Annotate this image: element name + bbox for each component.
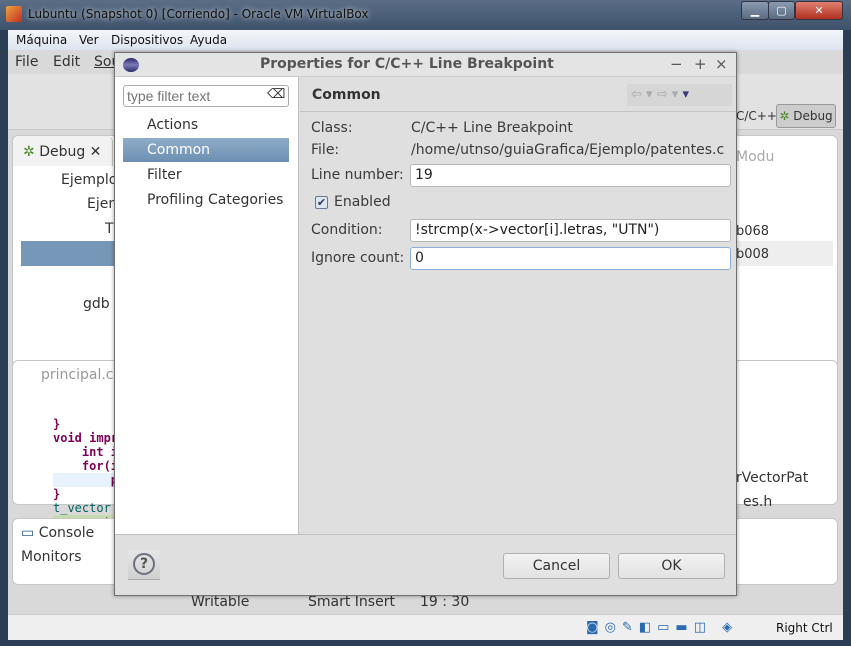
bug-icon: ✲ (23, 144, 35, 160)
condition-input[interactable]: !strcmp(x->vector[i].letras, "UTN") (410, 219, 731, 242)
dialog-maximize[interactable]: + (694, 55, 707, 73)
class-value: C/C++ Line Breakpoint (411, 120, 573, 136)
menu-ayuda[interactable]: Ayuda (190, 33, 227, 47)
device-icons[interactable]: ◙◎✎◧▭▬◫ ◈ (586, 620, 738, 635)
code-line: t_vector (53, 501, 111, 515)
dialog-title-bar: Properties for C/C++ Line Breakpoint − +… (115, 53, 736, 77)
code-line: } (53, 487, 61, 501)
menu-dispositivos[interactable]: Dispositivos (111, 33, 183, 47)
tree-item[interactable]: Ejemplo (61, 172, 117, 188)
back-dropdown-icon[interactable]: ▾ (646, 87, 653, 102)
class-label: Class: (311, 120, 353, 136)
clear-filter-icon[interactable]: ⌫ (267, 87, 285, 102)
tree-item-selected[interactable] (21, 241, 121, 266)
tab-modules[interactable]: Modu (736, 149, 774, 165)
tab-console[interactable]: ▭ Console (21, 525, 94, 541)
vm-menu-bar: Máquina Ver Dispositivos Ayuda (8, 30, 843, 50)
window-title: Lubuntu (Snapshot 0) [Corriendo] - Oracl… (28, 7, 369, 21)
perspective-debug-label: Debug (793, 109, 833, 123)
tab-debug[interactable]: ✲ Debug ✕ (13, 136, 113, 166)
status-writable: Writable (191, 594, 250, 610)
condition-label: Condition: (311, 222, 383, 238)
tree-item[interactable]: gdb (83, 296, 110, 312)
back-icon[interactable]: ⇦ (631, 87, 642, 102)
vm-status-bar: ◙◎✎◧▭▬◫ ◈ Right Ctrl (8, 614, 843, 640)
virtualbox-icon (6, 6, 22, 22)
monitor-icon: ▭ (21, 525, 35, 541)
tab-principal-c[interactable]: principal.c (41, 367, 114, 383)
line-number-input[interactable]: 19 (410, 164, 731, 187)
file-value: /home/utnso/guiaGrafica/Ejemplo/patentes… (411, 142, 725, 158)
console-content: Monitors (21, 549, 82, 565)
perspective-debug[interactable]: ✲ Debug (776, 104, 836, 128)
bug-icon: ✲ (779, 109, 790, 123)
nav-filter[interactable]: Filter (123, 163, 289, 187)
file-label: File: (311, 142, 340, 158)
forward-dropdown-icon[interactable]: ▾ (672, 87, 679, 102)
tab-debug-label: Debug (39, 144, 86, 160)
history-nav: ⇦ ▾ ⇨ ▾ ▾ (627, 84, 732, 106)
code-line: } (53, 417, 61, 431)
code-line: for(i (53, 459, 119, 473)
menu-edit[interactable]: Edit (53, 54, 80, 70)
nav-actions[interactable]: Actions (123, 113, 289, 137)
maximize-button[interactable]: ▢ (768, 1, 795, 20)
code-line: int i (53, 445, 119, 459)
cancel-button[interactable]: Cancel (503, 553, 610, 579)
menu-file[interactable]: File (15, 54, 38, 70)
code-line: p (53, 473, 119, 487)
ignore-count-input[interactable]: 0 (410, 247, 731, 270)
close-button[interactable]: ✕ (795, 1, 843, 20)
status-position: 19 : 30 (420, 594, 470, 610)
nav-profiling-categories[interactable]: Profiling Categories (123, 188, 289, 212)
perspective-cpp[interactable]: C/C++ (736, 104, 777, 128)
menu-maquina[interactable]: Máquina (16, 33, 67, 47)
module-row[interactable]: b068 (736, 224, 769, 239)
menu-ver[interactable]: Ver (79, 33, 99, 47)
filter-input[interactable] (123, 85, 289, 107)
properties-dialog: Properties for C/C++ Line Breakpoint − +… (114, 52, 737, 596)
tab-console-label: Console (38, 525, 95, 541)
minimize-button[interactable]: ▁ (741, 1, 769, 20)
page-title: Common (312, 87, 381, 103)
enabled-checkbox[interactable]: ✔ (315, 196, 328, 209)
outline-item[interactable]: es.h (743, 494, 772, 510)
status-insert-mode: Smart Insert (308, 594, 395, 610)
module-row[interactable]: b008 (736, 247, 769, 262)
dialog-title: Properties for C/C++ Line Breakpoint (260, 56, 554, 72)
menu-dropdown-icon[interactable]: ▾ (682, 87, 689, 102)
eclipse-icon (123, 58, 139, 72)
help-icon: ? (133, 553, 155, 575)
ignore-count-label: Ignore count: (311, 250, 405, 266)
dialog-close[interactable]: × (715, 55, 728, 73)
nav-common[interactable]: Common (123, 138, 289, 162)
code-line: void impr (53, 431, 119, 445)
vm-title-bar: Lubuntu (Snapshot 0) [Corriendo] - Oracl… (0, 0, 851, 30)
host-key-label: Right Ctrl (776, 621, 833, 635)
line-number-label: Line number: (311, 167, 404, 183)
enabled-label: Enabled (334, 194, 391, 210)
forward-icon[interactable]: ⇨ (657, 87, 668, 102)
ok-button[interactable]: OK (618, 553, 725, 579)
dialog-minimize[interactable]: − (670, 55, 683, 73)
help-button[interactable]: ? (128, 550, 160, 580)
nav-panel: ⌫ Actions Common Filter Profiling Catego… (115, 77, 299, 534)
